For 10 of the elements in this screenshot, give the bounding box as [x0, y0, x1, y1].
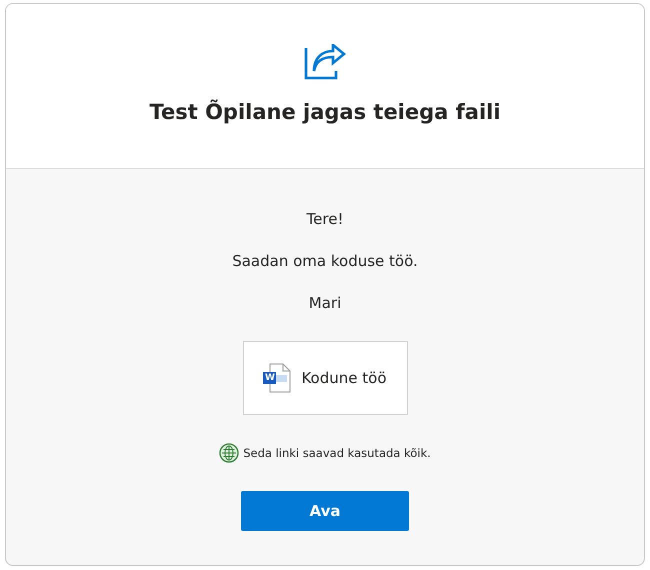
globe-icon [219, 443, 240, 463]
message-line: Tere! [306, 209, 344, 229]
message-line: Saadan oma koduse töö. [232, 251, 418, 271]
file-name: Kodune töö [301, 369, 387, 387]
share-arrow-icon [304, 44, 346, 80]
share-title: Test Õpilane jagas teiega faili [149, 100, 501, 124]
file-card[interactable]: W Kodune töö [242, 341, 408, 415]
access-note: Seda linki saavad kasutada kõik. [243, 446, 431, 460]
open-button[interactable]: Ava [241, 491, 409, 531]
message-line: Mari [308, 293, 342, 313]
